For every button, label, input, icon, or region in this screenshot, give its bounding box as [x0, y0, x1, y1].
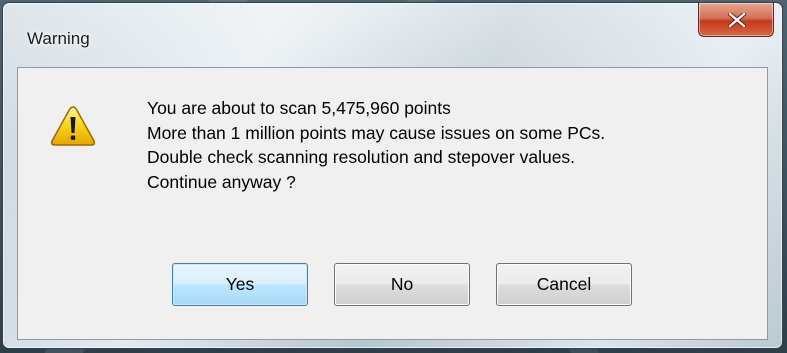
close-icon [728, 13, 746, 27]
warning-message: You are about to scan 5,475,960 points M… [147, 96, 605, 194]
no-button[interactable]: No [334, 263, 470, 306]
dialog-content: You are about to scan 5,475,960 points M… [17, 67, 768, 340]
message-line: You are about to scan 5,475,960 points [147, 98, 451, 118]
message-line: Double check scanning resolution and ste… [147, 147, 576, 167]
cancel-button[interactable]: Cancel [496, 263, 632, 306]
warning-icon [50, 106, 96, 146]
warning-dialog: Warning You are about to scan 5,475,960 … [2, 2, 783, 349]
message-line: Continue anyway ? [147, 171, 296, 192]
dialog-title: Warning [27, 29, 90, 48]
message-line: More than 1 million points may cause iss… [147, 122, 606, 143]
yes-button[interactable]: Yes [172, 263, 308, 306]
close-button[interactable] [698, 3, 774, 37]
